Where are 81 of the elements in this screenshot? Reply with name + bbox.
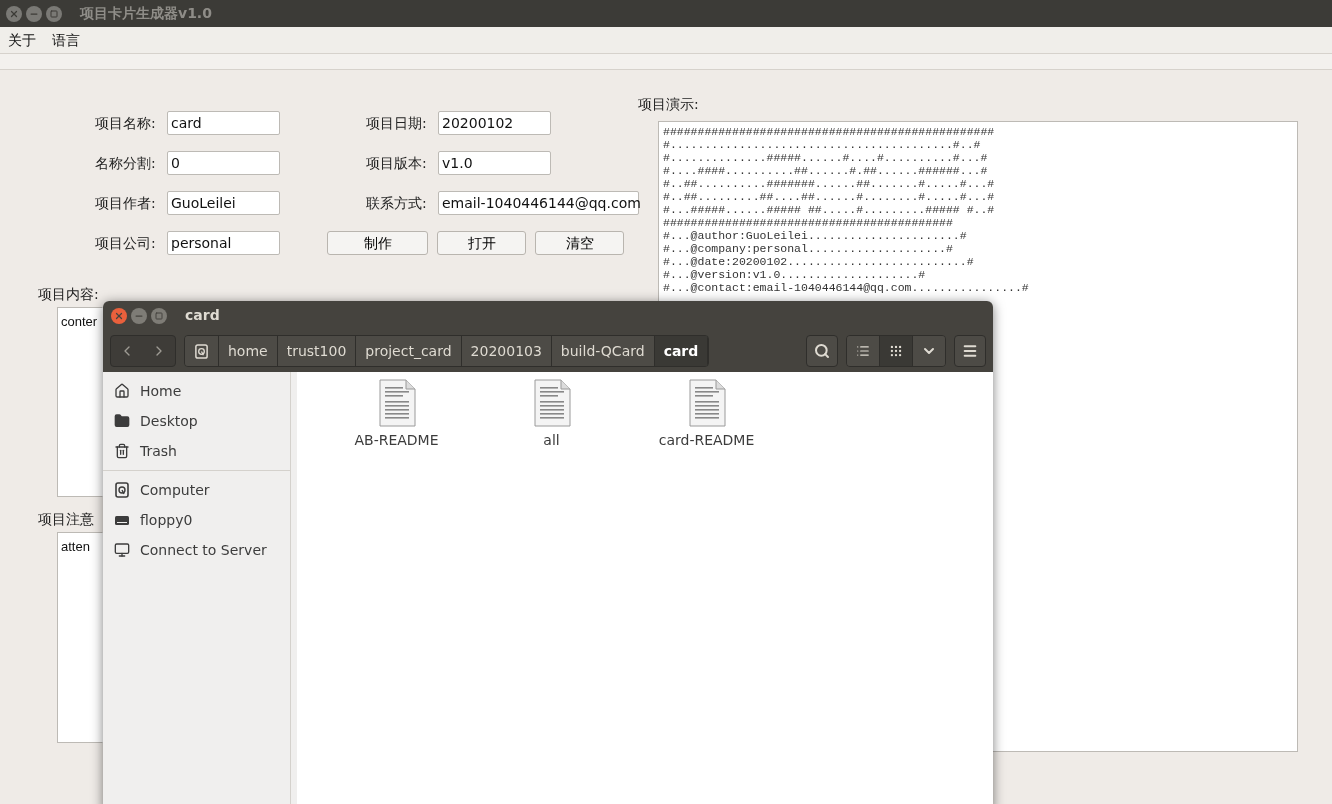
preview-line: #..##.........##....##......#........#.....#...# xyxy=(663,190,996,203)
action-button[interactable]: 打开 xyxy=(437,231,526,255)
sidebar-item[interactable]: Desktop xyxy=(103,406,290,436)
path-button[interactable]: build-QCard xyxy=(551,336,655,366)
list-icon xyxy=(856,344,870,358)
maximize-icon xyxy=(155,311,163,320)
preview-line: #...@version:v1.0....................# xyxy=(663,268,927,281)
preview-line: #...#####......##### ##.....#.........##### #..# xyxy=(663,203,996,216)
menu-button[interactable] xyxy=(954,335,986,367)
field-label: 联系方式: xyxy=(366,193,428,213)
maximize-icon xyxy=(50,9,58,18)
window-title: 项目卡片生成器v1.0 xyxy=(80,4,212,23)
text-field[interactable]: 20200102 xyxy=(438,111,551,135)
close-icon xyxy=(114,310,124,321)
section-label: 项目内容: xyxy=(38,285,99,304)
text-area[interactable]: conter xyxy=(57,307,103,497)
text-field[interactable]: 0 xyxy=(167,151,280,175)
preview-line: ################################################ xyxy=(663,125,996,138)
text-field[interactable]: GuoLeilei xyxy=(167,191,280,215)
maximize-button[interactable] xyxy=(151,307,167,324)
action-button[interactable]: 清空 xyxy=(535,231,624,255)
sidebar-item[interactable]: Connect to Server xyxy=(103,535,290,565)
menu-item[interactable]: 语言 xyxy=(52,29,80,51)
section-label: 项目注意 xyxy=(38,510,94,529)
sidebar-item[interactable]: floppy0 xyxy=(103,505,290,535)
close-icon xyxy=(9,8,19,19)
path-button[interactable]: trust100 xyxy=(277,336,357,366)
preview-line: #...@date:20200102..........................# xyxy=(663,255,975,268)
folder-icon xyxy=(114,413,130,429)
grid-view-button[interactable] xyxy=(880,336,913,366)
action-button[interactable]: 制作 xyxy=(327,231,428,255)
preview-line: ########################################## xyxy=(663,216,954,229)
file-item[interactable]: card-README xyxy=(629,379,784,451)
document-icon xyxy=(377,379,416,427)
close-button[interactable] xyxy=(111,307,127,324)
file-item[interactable]: all xyxy=(474,379,629,451)
path-button[interactable]: project_card xyxy=(356,336,462,366)
trash-icon xyxy=(114,443,130,459)
search-button[interactable] xyxy=(806,335,838,367)
home-icon xyxy=(114,383,130,399)
search-icon xyxy=(814,343,830,359)
preview-line: #.........................................#..# xyxy=(663,138,982,151)
maximize-button[interactable] xyxy=(46,5,62,22)
text-area[interactable]: atten xyxy=(57,532,103,743)
preview-line: #..............#####......#....#..........#...# xyxy=(663,151,989,164)
section-label: 项目演示: xyxy=(638,95,700,114)
path-button[interactable]: 20200103 xyxy=(461,336,552,366)
window-title: card xyxy=(185,306,220,325)
close-button[interactable] xyxy=(6,5,22,22)
field-label: 名称分割: xyxy=(95,153,157,173)
computer-icon xyxy=(114,542,130,558)
preview-line: #..##..........#######......##.......#.....#...# xyxy=(663,177,996,190)
text-field[interactable]: personal xyxy=(167,231,280,255)
view-options-button[interactable] xyxy=(913,336,945,366)
text-field[interactable]: email-1040446144@qq.com xyxy=(438,191,639,215)
preview-line: #....####..........##......#.##......######...# xyxy=(663,164,989,177)
field-label: 项目名称: xyxy=(95,113,157,133)
file-item[interactable]: AB-README xyxy=(319,379,474,451)
text-field[interactable]: card xyxy=(167,111,280,135)
menu-item[interactable]: 关于 xyxy=(8,29,36,51)
field-label: 项目作者: xyxy=(95,193,157,213)
list-view-button[interactable] xyxy=(847,336,880,366)
preview-line: #...@contact:email-1040446144@qq.com................# xyxy=(663,281,1030,294)
document-icon xyxy=(687,379,726,427)
field-label: 项目版本: xyxy=(366,153,428,173)
menu-icon xyxy=(962,343,978,359)
path-button[interactable] xyxy=(185,336,219,366)
grid-icon xyxy=(889,344,903,358)
sidebar-item[interactable]: Home xyxy=(103,376,290,406)
minimize-button[interactable] xyxy=(26,5,42,22)
path-button[interactable]: home xyxy=(219,336,278,366)
preview-line: #...@author:GuoLeilei......................# xyxy=(663,229,968,242)
minimize-button[interactable] xyxy=(131,307,147,324)
document-icon xyxy=(532,379,571,427)
sidebar-item[interactable]: Trash xyxy=(103,436,290,466)
path-button[interactable]: card xyxy=(654,336,709,366)
preview-line: #...@company:personal....................# xyxy=(663,242,954,255)
field-label: 项目公司: xyxy=(95,233,157,253)
field-label: 项目日期: xyxy=(366,113,428,133)
sidebar-item[interactable]: Computer xyxy=(103,475,290,505)
text-field[interactable]: v1.0 xyxy=(438,151,551,175)
